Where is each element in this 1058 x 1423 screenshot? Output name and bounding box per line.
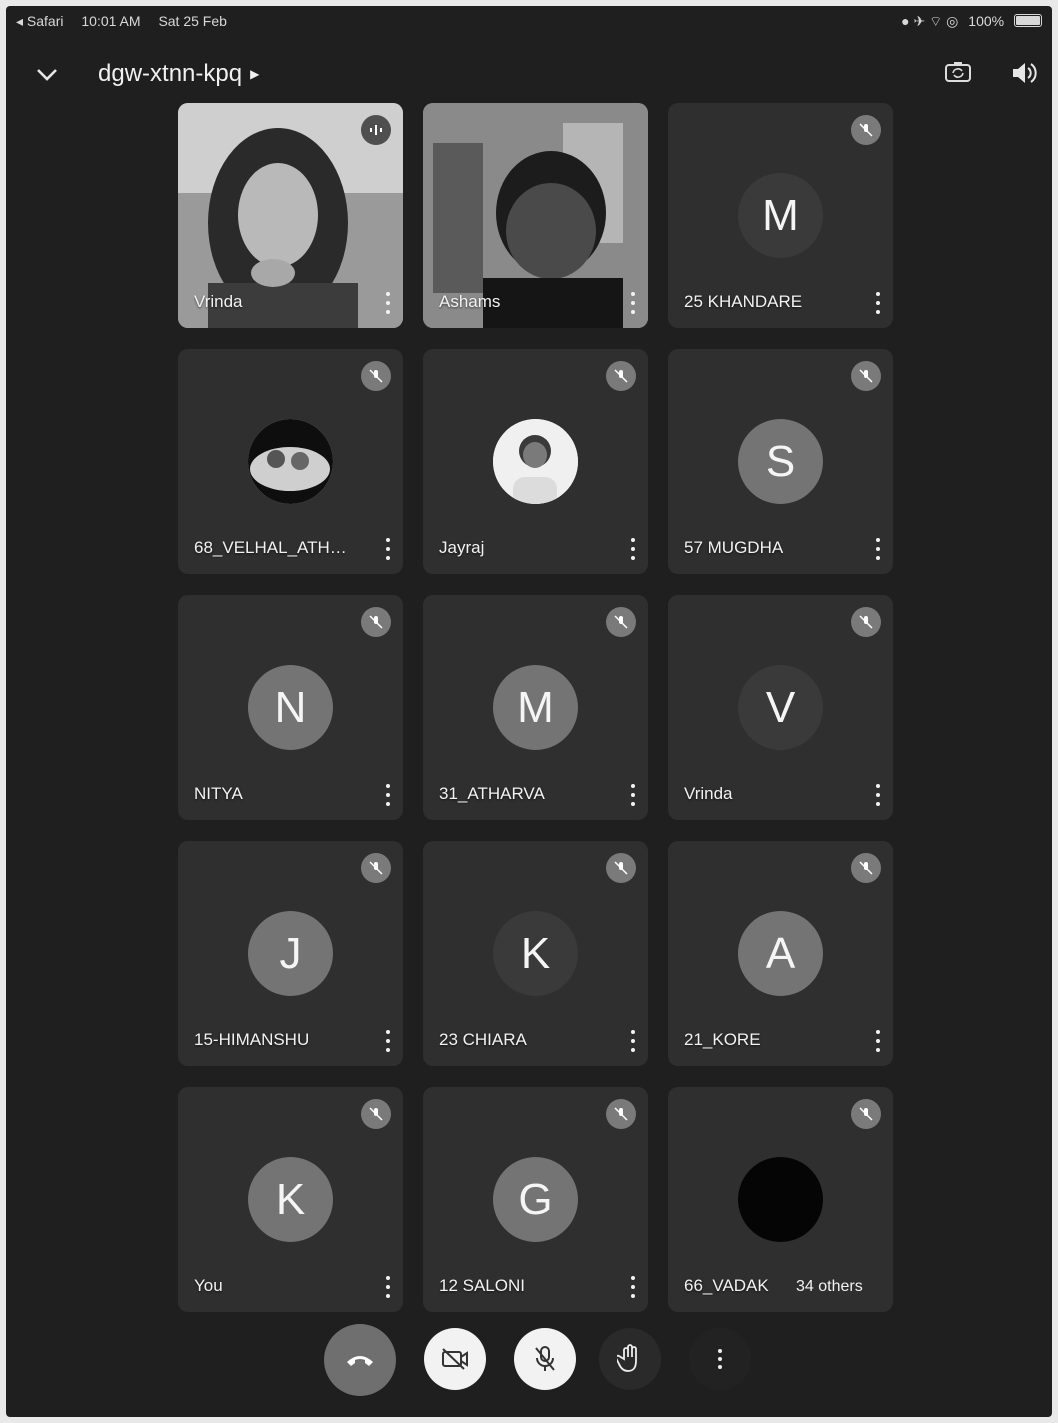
participant-tile[interactable]: A 21_KORE [668, 841, 893, 1066]
more-options-icon[interactable] [381, 538, 395, 560]
mic-muted-icon [361, 1099, 391, 1129]
mic-toggle-button[interactable] [514, 1328, 576, 1390]
avatar: V [738, 665, 823, 750]
participant-tile[interactable]: V Vrinda [668, 595, 893, 820]
meeting-header: dgw-xtnn-kpq ▶ [6, 50, 1052, 100]
participant-name: 12 SALONI [439, 1276, 525, 1295]
mic-muted-icon [606, 607, 636, 637]
avatar: M [493, 665, 578, 750]
participant-tile[interactable]: 68_VELHAL_ATHA... [178, 349, 403, 574]
meeting-title[interactable]: dgw-xtnn-kpq ▶ [98, 60, 259, 88]
participant-name: 57 MUGDHA [684, 538, 784, 557]
participant-tile[interactable]: Vrinda [178, 103, 403, 328]
more-options-icon[interactable] [381, 1030, 395, 1052]
status-time: 10:01 AM [81, 13, 141, 29]
participant-name: 15-HIMANSHU [194, 1030, 310, 1049]
participant-name: 68_VELHAL_ATHA... [194, 538, 354, 557]
mic-muted-icon [851, 115, 881, 145]
meeting-code: dgw-xtnn-kpq [98, 60, 243, 87]
avatar: M [738, 173, 823, 258]
participant-name: 23 CHIARA [439, 1030, 527, 1049]
participant-grid: Vrinda Ashams M 25 KHANDARE 68_VELHAL_AT… [178, 103, 893, 1312]
mic-muted-icon [606, 361, 636, 391]
mic-muted-icon [851, 361, 881, 391]
status-bar: ◂ Safari 10:01 AM Sat 25 Feb ● ✈ ⌔ ◎ 100… [6, 6, 1052, 38]
phone-hangup-icon [347, 1356, 373, 1366]
avatar: J [248, 911, 333, 996]
chevron-down-icon[interactable] [36, 58, 58, 89]
avatar: K [248, 1157, 333, 1242]
camera-toggle-button[interactable] [424, 1328, 486, 1390]
participant-tile[interactable]: J 15-HIMANSHU [178, 841, 403, 1066]
mic-muted-icon [851, 853, 881, 883]
avatar: K [493, 911, 578, 996]
participant-tile[interactable]: Jayraj [423, 349, 648, 574]
mic-muted-icon [361, 361, 391, 391]
speaker-icon[interactable] [1010, 60, 1040, 86]
more-options-icon[interactable] [626, 1030, 640, 1052]
more-options-icon[interactable] [381, 292, 395, 314]
switch-camera-icon[interactable] [944, 60, 974, 84]
more-options-icon[interactable] [626, 784, 640, 806]
avatar [248, 419, 333, 504]
more-options-icon[interactable] [626, 538, 640, 560]
mic-muted-icon [361, 853, 391, 883]
status-date: Sat 25 Feb [158, 13, 227, 29]
more-options-icon[interactable] [871, 784, 885, 806]
avatar [738, 1157, 823, 1242]
participant-name: Vrinda [684, 784, 733, 803]
avatar: A [738, 911, 823, 996]
speaking-indicator-icon [361, 115, 391, 145]
back-to-app-link[interactable]: ◂ Safari [16, 13, 64, 29]
avatar: N [248, 665, 333, 750]
participant-tile-self[interactable]: K You [178, 1087, 403, 1312]
participant-name: Vrinda [194, 292, 243, 311]
participant-name: You [194, 1276, 223, 1295]
mic-muted-icon [851, 1099, 881, 1129]
participant-tile[interactable]: N NITYA [178, 595, 403, 820]
raise-hand-icon [617, 1344, 637, 1372]
participant-tile[interactable]: M 25 KHANDARE [668, 103, 893, 328]
more-options-icon[interactable] [381, 784, 395, 806]
more-options-icon[interactable] [381, 1276, 395, 1298]
more-options-icon[interactable] [871, 1030, 885, 1052]
participant-name: 66_VADAK [684, 1276, 769, 1295]
more-options-icon[interactable] [871, 292, 885, 314]
battery-percent: 100% [968, 13, 1005, 29]
more-options-button[interactable] [689, 1328, 751, 1390]
more-options-icon[interactable] [871, 538, 885, 560]
participant-name: Jayraj [439, 538, 485, 557]
participant-tile[interactable]: G 12 SALONI [423, 1087, 648, 1312]
participant-tile[interactable]: K 23 CHIARA [423, 841, 648, 1066]
mic-muted-icon [606, 853, 636, 883]
more-options-icon[interactable] [626, 292, 640, 314]
mic-muted-icon [361, 607, 391, 637]
participant-name: 25 KHANDARE [684, 292, 803, 311]
participant-tile[interactable]: S 57 MUGDHA [668, 349, 893, 574]
camera-off-icon [442, 1348, 468, 1370]
avatar: S [738, 419, 823, 504]
avatar [493, 419, 578, 504]
wifi-icon: ● ✈ ⌔ ◎ [901, 13, 959, 29]
mic-off-icon [535, 1346, 555, 1371]
battery-icon [1014, 14, 1042, 27]
more-options-icon[interactable] [626, 1276, 640, 1298]
end-call-button[interactable] [324, 1324, 396, 1396]
participant-tile[interactable]: Ashams [423, 103, 648, 328]
participant-tile[interactable]: M 31_ATHARVA [423, 595, 648, 820]
raise-hand-button[interactable] [599, 1328, 661, 1390]
more-vert-icon [718, 1349, 722, 1369]
mic-muted-icon [606, 1099, 636, 1129]
caret-right-icon: ▶ [250, 67, 260, 81]
participant-tile-others[interactable]: 66_VADAK 34 others [668, 1087, 893, 1312]
participant-name: NITYA [194, 784, 243, 803]
tablet-screen: ◂ Safari 10:01 AM Sat 25 Feb ● ✈ ⌔ ◎ 100… [6, 6, 1052, 1417]
avatar: G [493, 1157, 578, 1242]
call-controls [6, 1324, 1052, 1408]
others-count: 34 others [796, 1278, 863, 1295]
mic-muted-icon [851, 607, 881, 637]
participant-name: 31_ATHARVA [439, 784, 545, 803]
participant-name: Ashams [439, 292, 501, 311]
participant-name: 21_KORE [684, 1030, 761, 1049]
